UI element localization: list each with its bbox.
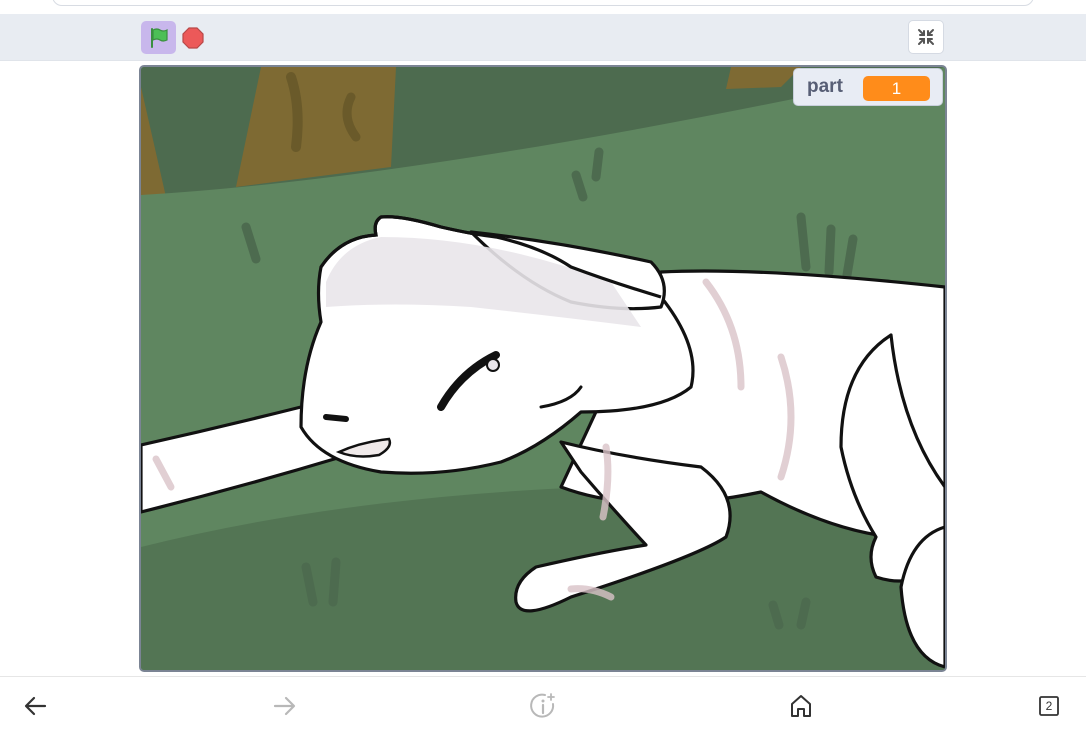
browser-bottom-nav: 2 [0, 676, 1086, 735]
variable-monitor[interactable]: part 1 [793, 68, 943, 106]
fullscreen-exit-icon [918, 29, 934, 45]
home-button[interactable] [786, 691, 816, 721]
stage-artwork [141, 67, 945, 670]
tabs-button[interactable]: 2 [1034, 691, 1064, 721]
green-flag-icon [150, 27, 168, 48]
back-button[interactable] [21, 691, 51, 721]
project-stage[interactable] [139, 65, 947, 672]
green-flag-button[interactable] [141, 21, 176, 54]
browser-top-strip [0, 0, 1086, 14]
stop-icon [182, 27, 204, 49]
info-sparkle-icon [530, 693, 555, 718]
home-icon [791, 695, 811, 717]
forward-button[interactable] [269, 691, 299, 721]
exit-fullscreen-button[interactable] [908, 20, 944, 54]
address-bar[interactable] [52, 0, 1034, 6]
arrow-right-icon [273, 696, 296, 716]
arrow-left-icon [24, 696, 47, 716]
tabs-count: 2 [1045, 699, 1053, 713]
variable-monitor-label: part [807, 76, 843, 97]
stop-button[interactable] [180, 25, 206, 51]
page-info-button[interactable] [528, 691, 558, 721]
variable-monitor-value: 1 [863, 76, 930, 101]
project-controls-bar [0, 14, 1086, 61]
